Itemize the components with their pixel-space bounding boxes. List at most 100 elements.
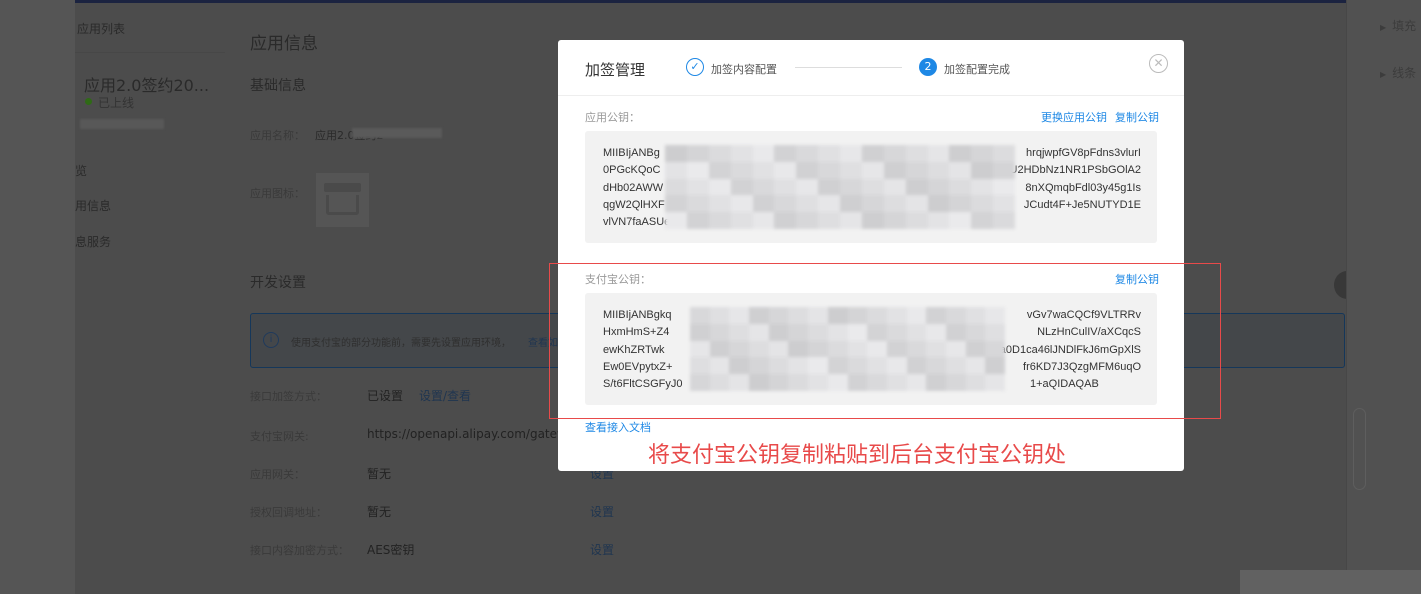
app-public-key-label: 应用公钥： bbox=[585, 111, 640, 124]
encrypt-setting-link[interactable]: 设置 bbox=[590, 541, 614, 558]
fill-section[interactable]: ▶ 填充 bbox=[1380, 17, 1416, 34]
row-label: 接口加签方式： bbox=[250, 390, 327, 403]
dev-settings-title: 开发设置 bbox=[250, 275, 306, 291]
fill-label: 填充 bbox=[1392, 19, 1417, 33]
mosaic-cell bbox=[927, 212, 950, 229]
mosaic-cell bbox=[883, 161, 906, 179]
mosaic-cell bbox=[708, 178, 731, 196]
mosaic-cell bbox=[818, 195, 840, 213]
row-value: 已设置 bbox=[367, 389, 404, 403]
mosaic-cell bbox=[840, 195, 862, 213]
mosaic-cell bbox=[883, 212, 906, 229]
banner-text: 使用支付宝的部分功能前，需要先设置应用环境， bbox=[291, 338, 511, 349]
triangle-right-icon: ▶ bbox=[1380, 23, 1387, 32]
stroke-section[interactable]: ▶ 线条 bbox=[1380, 64, 1416, 81]
back-to-app-list[interactable]: 应用列表 bbox=[77, 20, 125, 37]
mosaic-cell bbox=[861, 145, 884, 162]
top-bar bbox=[75, 0, 1421, 3]
mosaic-cell bbox=[883, 195, 906, 213]
app-name-label: 应用名称： bbox=[250, 129, 305, 142]
mosaic-cell bbox=[993, 195, 1015, 213]
mosaic-cell bbox=[927, 161, 950, 179]
left-strip bbox=[0, 0, 75, 594]
mosaic-cell bbox=[927, 145, 950, 162]
row-value: 暂无 bbox=[367, 467, 392, 481]
mosaic-cell bbox=[730, 195, 753, 213]
right-panel: ▶ 填充 ▶ 线条 bbox=[1346, 0, 1421, 594]
mosaic-cell bbox=[949, 212, 972, 229]
change-app-key-link[interactable]: 更换应用公钥 bbox=[1041, 109, 1107, 125]
close-icon[interactable]: ✕ bbox=[1149, 54, 1168, 73]
row-label: 应用网关： bbox=[250, 468, 305, 481]
row-label: 支付宝网关: bbox=[250, 430, 309, 443]
scrollbar[interactable] bbox=[1353, 408, 1366, 490]
status-badge: 已上线 bbox=[98, 96, 135, 110]
mosaic-cell bbox=[861, 195, 884, 213]
app-icon-label: 应用图标： bbox=[250, 187, 305, 200]
sign-method-setting-link[interactable]: 设置/查看 bbox=[419, 387, 471, 404]
row-label: 接口内容加密方式： bbox=[250, 544, 349, 557]
mosaic-cell bbox=[665, 161, 687, 179]
mosaic-cell bbox=[796, 145, 819, 162]
key-line: hrqjwpfGV8pFdns3vlurI bbox=[1026, 147, 1141, 159]
mosaic-cell bbox=[708, 145, 731, 162]
mosaic-cell bbox=[883, 145, 906, 162]
callback-setting-link[interactable]: 设置 bbox=[590, 503, 614, 520]
mosaic-cell bbox=[665, 212, 687, 229]
mosaic-cell bbox=[686, 178, 709, 196]
mosaic-cell bbox=[708, 161, 731, 179]
key-line: 8nXQmqbFdl03y45g1Is bbox=[1025, 181, 1141, 194]
bottom-panel bbox=[1240, 570, 1421, 594]
mosaic-cell bbox=[730, 212, 753, 229]
mosaic-cell bbox=[686, 195, 709, 213]
mosaic-cell bbox=[971, 161, 994, 179]
page-title: 应用信息 bbox=[250, 34, 318, 54]
mosaic-cell bbox=[665, 178, 687, 196]
mosaic-cell bbox=[993, 161, 1015, 179]
mosaic-cell bbox=[730, 178, 753, 196]
mosaic-cell bbox=[905, 161, 928, 179]
mosaic-cell bbox=[774, 178, 797, 196]
sidebar-item-app-info[interactable]: 用信息 bbox=[75, 197, 111, 214]
triangle-right-icon: ▶ bbox=[1380, 70, 1387, 79]
step-1-label: 加签内容配置 bbox=[711, 63, 777, 76]
mosaic-cell bbox=[927, 195, 950, 213]
mosaic-cell bbox=[949, 145, 972, 162]
mosaic-cell bbox=[796, 178, 819, 196]
view-docs-link[interactable]: 查看接入文档 bbox=[585, 419, 651, 435]
info-icon: i bbox=[263, 332, 279, 348]
mosaic-cell bbox=[665, 195, 687, 213]
mosaic-cell bbox=[905, 178, 928, 196]
mosaic-cell bbox=[730, 145, 753, 162]
mosaic-cell bbox=[818, 178, 840, 196]
step-2-label: 加签配置完成 bbox=[944, 63, 1010, 76]
mosaic-cell bbox=[796, 212, 819, 229]
row-label: 授权回调地址： bbox=[250, 506, 327, 519]
mosaic-cell bbox=[949, 161, 972, 179]
mosaic-cell bbox=[796, 195, 819, 213]
annotation-highlight-box bbox=[549, 263, 1221, 419]
modal-title: 加签管理 bbox=[585, 61, 646, 79]
mosaic-cell bbox=[796, 161, 819, 179]
mosaic-cell bbox=[818, 212, 840, 229]
mosaic-cell bbox=[971, 195, 994, 213]
sidebar-item-message-service[interactable]: 息服务 bbox=[75, 233, 111, 250]
mosaic-cell bbox=[971, 145, 994, 162]
mosaic-cell bbox=[840, 145, 862, 162]
mosaic-cell bbox=[949, 195, 972, 213]
key-line: gU2HDbNz1NR1PSbGOlA2 bbox=[1003, 164, 1141, 177]
mosaic-cell bbox=[927, 178, 950, 196]
mosaic-cell bbox=[752, 178, 775, 196]
annotation-text: 将支付宝公钥复制粘贴到后台支付宝公钥处 bbox=[648, 443, 1067, 468]
mosaic-cell bbox=[861, 161, 884, 179]
sidebar-item-overview[interactable]: 览 bbox=[75, 162, 87, 179]
divider bbox=[75, 52, 225, 53]
mosaic-cell bbox=[708, 195, 731, 213]
mosaic-cell bbox=[861, 178, 884, 196]
status-dot bbox=[85, 98, 92, 105]
redaction-mosaic bbox=[665, 145, 1015, 229]
mosaic-cell bbox=[752, 195, 775, 213]
copy-app-key-link[interactable]: 复制公钥 bbox=[1115, 109, 1159, 125]
mosaic-cell bbox=[752, 145, 775, 162]
mosaic-cell bbox=[665, 145, 687, 162]
